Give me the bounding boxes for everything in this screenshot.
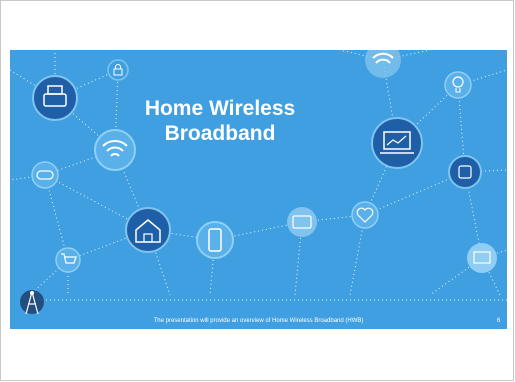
slide-title: Home Wireless Broadband — [135, 96, 305, 146]
document-page: Home Wireless Broadband The presentation… — [0, 0, 514, 381]
slide: Home Wireless Broadband The presentation… — [10, 50, 507, 329]
laptop-chart-icon — [371, 117, 423, 169]
radio-tower-icon — [20, 290, 44, 315]
card-icon — [287, 207, 317, 237]
bulb-icon — [444, 71, 472, 99]
wifi-icon — [365, 50, 401, 78]
gamepad-icon — [31, 161, 59, 189]
heart-icon — [351, 201, 379, 229]
slide-footer: The presentation will provide an overvie… — [153, 318, 364, 324]
house-icon — [125, 207, 171, 253]
watch-icon — [448, 155, 482, 189]
title-line-2: Broadband — [164, 122, 276, 145]
page-number: 6 — [497, 318, 501, 324]
phone-icon — [196, 221, 234, 259]
lock-icon — [107, 59, 129, 81]
title-line-1: Home Wireless — [144, 97, 296, 120]
tv-icon — [467, 243, 497, 273]
cart-icon — [55, 247, 81, 273]
network-background — [10, 50, 507, 315]
printer-icon — [32, 75, 78, 121]
wifi-icon — [94, 129, 136, 171]
